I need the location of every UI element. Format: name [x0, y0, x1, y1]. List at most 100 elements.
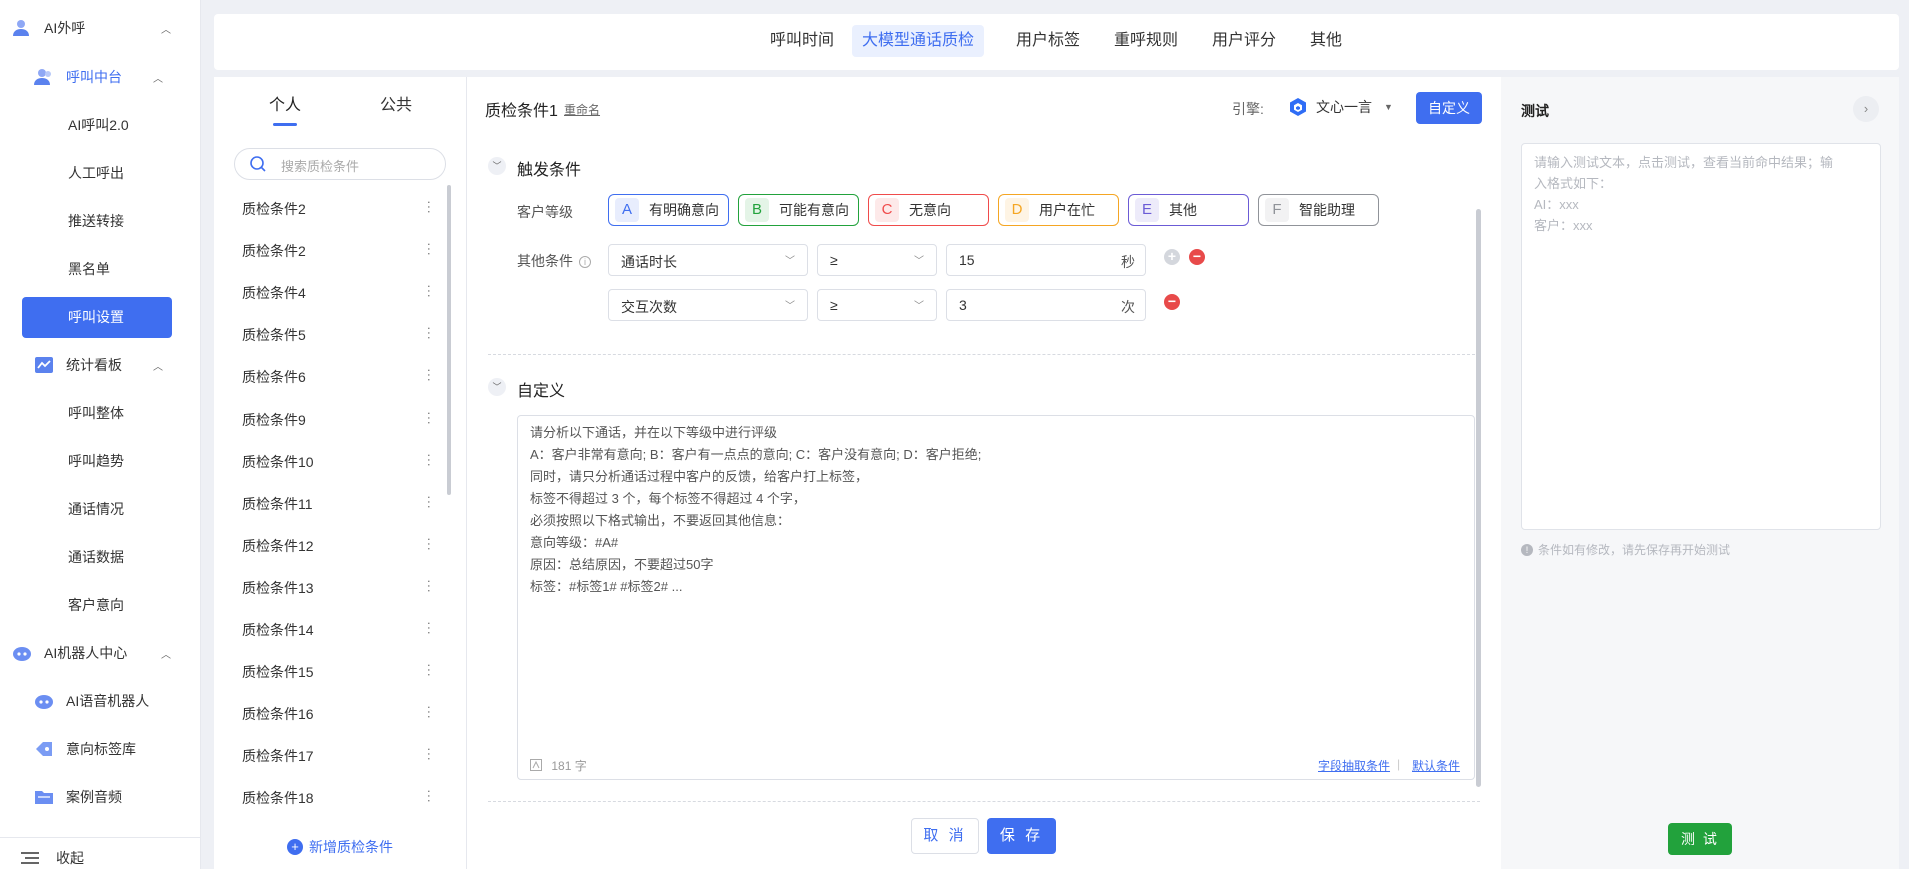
nav-sub-intent-tags[interactable]: 意向标签库 — [0, 729, 200, 769]
nav-sub-label: AI语音机器人 — [66, 693, 150, 709]
rule-operator-select[interactable]: ≥ ﹀ — [817, 289, 937, 321]
nav-robot-center[interactable]: AI机器人中心 ︿ — [0, 633, 200, 673]
tab-user-score[interactable]: 用户评分 — [1202, 25, 1286, 57]
condition-list-item[interactable]: 质检条件12 — [242, 536, 314, 556]
rename-link[interactable]: 重命名 — [564, 101, 600, 118]
more-icon[interactable]: ··· — [422, 284, 438, 298]
condition-list-item[interactable]: 质检条件2 — [242, 199, 306, 219]
condition-list-item[interactable]: 质检条件15 — [242, 662, 314, 682]
rule-field-select[interactable]: 交互次数 ﹀ — [608, 289, 808, 321]
level-tag-f[interactable]: F 智能助理 — [1258, 194, 1379, 226]
more-icon[interactable]: ··· — [422, 537, 438, 551]
nav-sub-call-settings[interactable]: 呼叫设置 — [0, 297, 200, 337]
chevron-down-icon: ﹀ — [785, 301, 795, 312]
condition-list-item[interactable]: 质检条件17 — [242, 746, 314, 766]
save-button[interactable]: 保 存 — [987, 818, 1056, 854]
level-tag-a[interactable]: A 有明确意向 — [608, 194, 729, 226]
prompt-textarea[interactable]: 请分析以下通话，并在以下等级中进行评级 A：客户非常有意向; B：客户有一点点的意… — [517, 415, 1475, 780]
list-scrollbar[interactable] — [447, 185, 451, 495]
condition-list-item[interactable]: 质检条件10 — [242, 452, 314, 472]
nav-sub-label: 黑名单 — [68, 261, 110, 277]
remove-rule-icon[interactable]: − — [1164, 294, 1180, 310]
rule-field-select[interactable]: 通话时长 ﹀ — [608, 244, 808, 276]
more-icon[interactable]: ··· — [422, 663, 438, 677]
search-input[interactable]: 搜索质检条件 — [281, 156, 359, 175]
engine-select[interactable]: 文心一言 ▼ — [1288, 97, 1393, 117]
add-condition-button[interactable]: + 新增质检条件 — [287, 837, 393, 857]
condition-list-item[interactable]: 质检条件14 — [242, 620, 314, 640]
nav-sub-customer-intent[interactable]: 客户意向 — [0, 585, 200, 625]
more-icon[interactable]: ··· — [422, 621, 438, 635]
more-icon[interactable]: ··· — [422, 789, 438, 803]
condition-list-item[interactable]: 质检条件13 — [242, 578, 314, 598]
tab-call-time[interactable]: 呼叫时间 — [760, 25, 844, 57]
nav-ai-outbound[interactable]: AI外呼 ︿ — [0, 8, 200, 48]
rule-value-input[interactable]: 3次 — [946, 289, 1146, 321]
nav-sub-case-audio[interactable]: 案例音频 — [0, 777, 200, 817]
nav-robot-center-label: AI机器人中心 — [44, 645, 128, 661]
test-panel: 测试 › 请输入测试文本，点击测试，查看当前命中结果；输 入格式如下： AI：x… — [1501, 77, 1899, 869]
cancel-button[interactable]: 取 消 — [911, 818, 979, 854]
level-text: 无意向 — [909, 202, 951, 218]
seg-active-indicator — [273, 123, 297, 126]
more-icon[interactable]: ··· — [422, 579, 438, 593]
condition-list-item[interactable]: 质检条件5 — [242, 325, 306, 345]
tab-llm-quality-check[interactable]: 大模型通话质检 — [852, 25, 985, 57]
condition-list-item[interactable]: 质检条件9 — [242, 410, 306, 430]
seg-public[interactable]: 公共 — [380, 91, 412, 115]
more-icon[interactable]: ··· — [422, 705, 438, 719]
level-letter: A — [615, 198, 639, 222]
search-box[interactable]: 搜索质检条件 — [234, 148, 446, 180]
more-icon[interactable]: ··· — [422, 200, 438, 214]
condition-list-item[interactable]: 质检条件4 — [242, 283, 306, 303]
robot-icon — [34, 692, 54, 710]
editor-scrollbar[interactable] — [1476, 209, 1481, 787]
cube-icon — [1288, 97, 1308, 117]
condition-list-item[interactable]: 质检条件6 — [242, 367, 306, 387]
condition-list-item[interactable]: 质检条件16 — [242, 704, 314, 724]
chevron-down-icon[interactable]: ﹀ — [488, 378, 506, 396]
level-tag-d[interactable]: D 用户在忙 — [998, 194, 1119, 226]
nav-sub-push-transfer[interactable]: 推送转接 — [0, 201, 200, 241]
default-condition-link[interactable]: 默认条件 — [1412, 757, 1460, 774]
more-icon[interactable]: ··· — [422, 453, 438, 467]
condition-list-item[interactable]: 质检条件18 — [242, 788, 314, 808]
chevron-right-icon[interactable]: › — [1853, 96, 1879, 122]
tab-recall-rules[interactable]: 重呼规则 — [1104, 25, 1188, 57]
condition-list-item[interactable]: 质检条件11 — [242, 494, 313, 514]
nav-call-center[interactable]: 呼叫中台 ︿ — [0, 57, 200, 97]
more-icon[interactable]: ··· — [422, 495, 438, 509]
more-icon[interactable]: ··· — [422, 747, 438, 761]
nav-sub-call-trend[interactable]: 呼叫趋势 — [0, 441, 200, 481]
seg-personal[interactable]: 个人 — [269, 91, 301, 115]
chevron-down-icon[interactable]: ﹀ — [488, 157, 506, 175]
more-icon[interactable]: ··· — [422, 411, 438, 425]
test-button[interactable]: 测 试 — [1668, 823, 1732, 855]
nav-sub-blacklist[interactable]: 黑名单 — [0, 249, 200, 289]
remove-rule-icon[interactable]: − — [1189, 249, 1205, 265]
more-icon[interactable]: ··· — [422, 242, 438, 256]
tab-other[interactable]: 其他 — [1300, 25, 1352, 57]
add-rule-icon[interactable]: + — [1164, 249, 1180, 265]
condition-list-item[interactable]: 质检条件2 — [242, 241, 306, 261]
test-input[interactable]: 请输入测试文本，点击测试，查看当前命中结果；输 入格式如下： AI：xxx 客户… — [1521, 143, 1881, 530]
field-extract-link[interactable]: 字段抽取条件 — [1318, 757, 1390, 774]
level-tag-e[interactable]: E 其他 — [1128, 194, 1249, 226]
nav-sub-call-data[interactable]: 通话数据 — [0, 537, 200, 577]
level-tag-b[interactable]: B 可能有意向 — [738, 194, 859, 226]
nav-sub-ai-call[interactable]: AI呼叫2.0 — [0, 105, 200, 145]
nav-sub-call-status[interactable]: 通话情况 — [0, 489, 200, 529]
nav-sub-manual-call[interactable]: 人工呼出 — [0, 153, 200, 193]
more-icon[interactable]: ··· — [422, 326, 438, 340]
rule-value-input[interactable]: 15 秒 — [946, 244, 1146, 276]
nav-sub-label: 通话情况 — [68, 501, 124, 517]
nav-sub-voice-robot[interactable]: AI语音机器人 — [0, 681, 200, 721]
more-icon[interactable]: ··· — [422, 368, 438, 382]
nav-collapse[interactable]: 收起 — [0, 838, 200, 869]
nav-stats-board[interactable]: 统计看板 ︿ — [0, 345, 200, 385]
level-tag-c[interactable]: C 无意向 — [868, 194, 989, 226]
custom-button[interactable]: 自定义 — [1416, 92, 1482, 124]
nav-sub-call-overall[interactable]: 呼叫整体 — [0, 393, 200, 433]
tab-user-tags[interactable]: 用户标签 — [1006, 25, 1090, 57]
rule-operator-select[interactable]: ≥ ﹀ — [817, 244, 937, 276]
